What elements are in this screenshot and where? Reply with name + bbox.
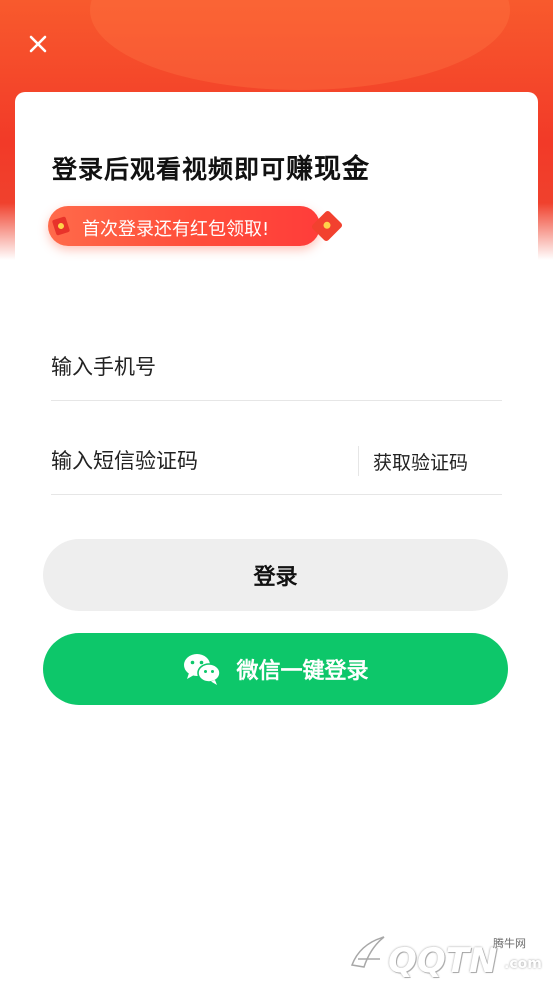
sms-code-field: 获取验证码 xyxy=(51,434,502,495)
wechat-icon xyxy=(184,654,222,685)
headline-highlight: 赚现金 xyxy=(286,154,371,185)
wechat-login-button[interactable]: 微信一键登录 xyxy=(43,633,508,705)
promo-banner: 首次登录还有红包领取! xyxy=(48,206,344,246)
phone-field xyxy=(51,340,502,401)
field-divider xyxy=(358,446,359,476)
get-code-button[interactable]: 获取验证码 xyxy=(373,448,468,475)
sms-code-input[interactable] xyxy=(51,444,351,478)
wechat-login-label: 微信一键登录 xyxy=(236,659,369,684)
watermark-text: QQTN xyxy=(388,941,498,981)
close-icon xyxy=(29,35,47,53)
headline-main: 登录后观看视频即可 xyxy=(52,155,287,184)
header-decoration xyxy=(90,0,510,90)
login-button[interactable]: 登录 xyxy=(43,539,508,611)
watermark-logo-icon xyxy=(350,936,385,968)
watermark-site-name: 腾牛网 xyxy=(493,937,526,950)
promo-text: 首次登录还有红包领取! xyxy=(82,219,270,240)
phone-input[interactable] xyxy=(51,350,351,384)
site-watermark: QQTN 腾牛网 .com xyxy=(340,925,550,981)
login-button-label: 登录 xyxy=(253,565,298,590)
close-button[interactable] xyxy=(22,28,54,60)
login-card: 登录后观看视频即可赚现金 首次登录还有红包领取! 获取验证码 登录 xyxy=(15,92,538,983)
headline: 登录后观看视频即可赚现金 xyxy=(52,147,370,186)
login-page: 登录后观看视频即可赚现金 首次登录还有红包领取! 获取验证码 登录 xyxy=(0,0,553,983)
watermark-domain-suffix: .com xyxy=(504,956,542,972)
